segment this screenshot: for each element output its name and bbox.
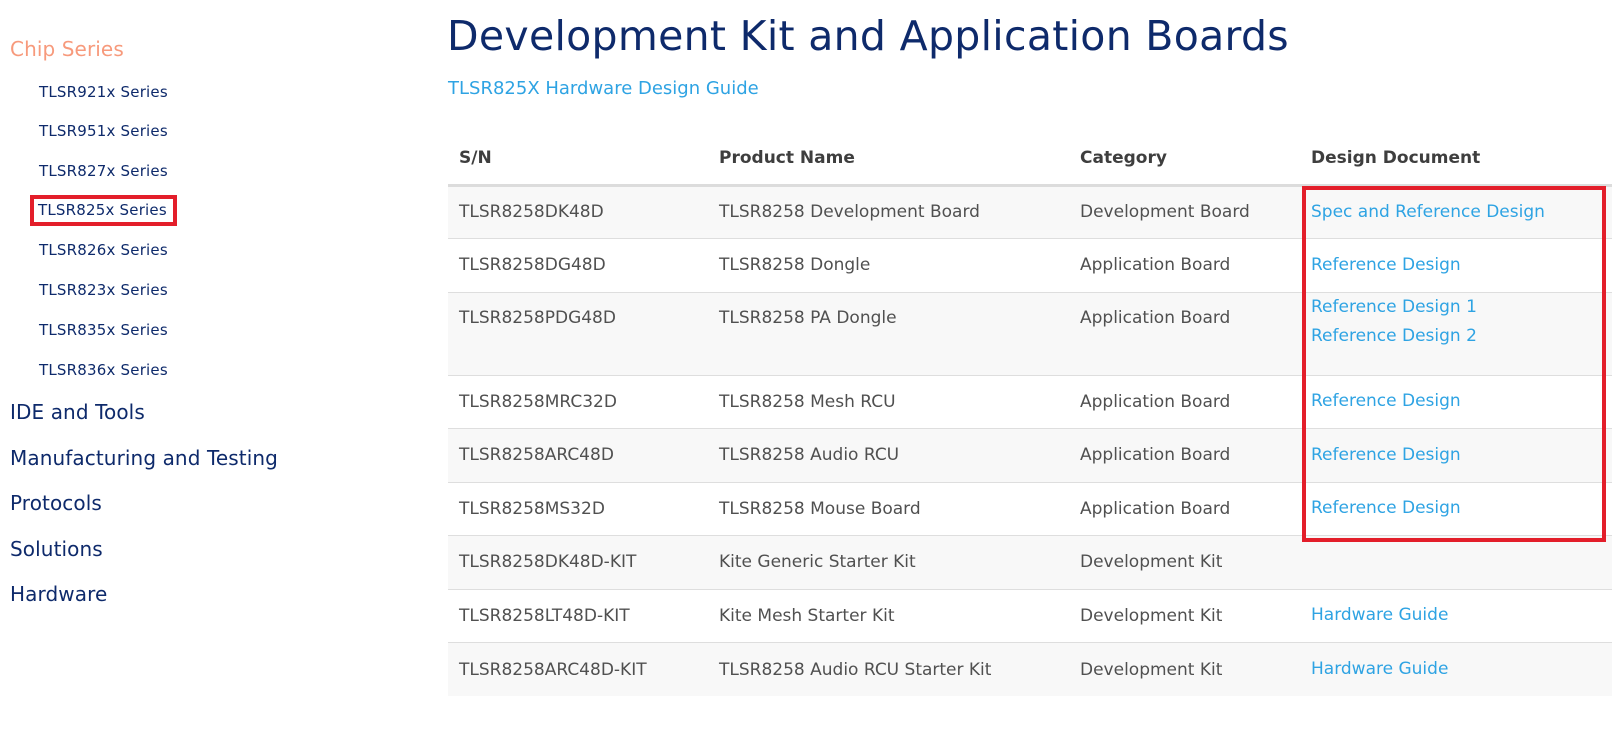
- cell-sn: TLSR8258ARC48D-KIT: [448, 642, 708, 696]
- table-row: TLSR8258LT48D-KIT Kite Mesh Starter Kit …: [448, 589, 1612, 643]
- cell-category: Development Board: [1069, 185, 1300, 239]
- table-row: TLSR8258DK48D TLSR8258 Development Board…: [448, 185, 1612, 239]
- column-header-sn: S/N: [448, 133, 708, 187]
- cell-category: Application Board: [1069, 482, 1300, 536]
- cell-design-document-empty: [1300, 535, 1612, 590]
- sidebar-section-protocols[interactable]: Protocols: [10, 491, 102, 515]
- table-row: TLSR8258DG48D TLSR8258 Dongle Applicatio…: [448, 238, 1612, 293]
- design-doc-link[interactable]: Spec and Reference Design: [1311, 198, 1601, 227]
- hardware-design-guide-link[interactable]: TLSR825X Hardware Design Guide: [448, 78, 759, 99]
- table-row: TLSR8258MS32D TLSR8258 Mouse Board Appli…: [448, 482, 1612, 536]
- cell-design-document: Reference Design 1 Reference Design 2: [1300, 292, 1612, 376]
- sidebar-item-tlsr921x[interactable]: TLSR921x Series: [39, 83, 168, 101]
- page: Chip Series TLSR921x Series TLSR951x Ser…: [0, 0, 1612, 729]
- table-row: TLSR8258ARC48D-KIT TLSR8258 Audio RCU St…: [448, 642, 1612, 696]
- cell-sn: TLSR8258DK48D-KIT: [448, 535, 708, 590]
- cell-design-document: Reference Design: [1300, 375, 1612, 429]
- cell-product-name: TLSR8258 Mouse Board: [708, 482, 1069, 536]
- sidebar-section-hardware[interactable]: Hardware: [10, 582, 107, 606]
- cell-category: Application Board: [1069, 292, 1300, 376]
- design-doc-link[interactable]: Reference Design: [1311, 251, 1601, 280]
- design-doc-link[interactable]: Reference Design 2: [1311, 322, 1601, 351]
- sidebar-item-tlsr825x[interactable]: TLSR825x Series: [30, 195, 177, 226]
- sidebar-item-tlsr823x[interactable]: TLSR823x Series: [39, 281, 168, 299]
- cell-category: Development Kit: [1069, 642, 1300, 696]
- cell-design-document: Reference Design: [1300, 428, 1612, 483]
- column-header-product-name: Product Name: [708, 133, 1069, 187]
- table-header-row: S/N Product Name Category Design Documen…: [448, 133, 1612, 187]
- table-row: TLSR8258MRC32D TLSR8258 Mesh RCU Applica…: [448, 375, 1612, 429]
- cell-design-document: Hardware Guide: [1300, 589, 1612, 643]
- cell-category: Application Board: [1069, 375, 1300, 429]
- main-content: Development Kit and Application Boards T…: [447, 0, 1612, 729]
- column-header-category: Category: [1069, 133, 1300, 187]
- sidebar-nav: Chip Series TLSR921x Series TLSR951x Ser…: [0, 0, 420, 729]
- cell-sn: TLSR8258LT48D-KIT: [448, 589, 708, 643]
- sidebar-item-tlsr836x[interactable]: TLSR836x Series: [39, 361, 168, 379]
- cell-product-name: TLSR8258 Development Board: [708, 185, 1069, 239]
- cell-product-name: TLSR8258 Audio RCU: [708, 428, 1069, 483]
- table-row: TLSR8258DK48D-KIT Kite Generic Starter K…: [448, 535, 1612, 590]
- design-doc-link[interactable]: Reference Design: [1311, 441, 1601, 470]
- sidebar-item-tlsr827x[interactable]: TLSR827x Series: [39, 162, 168, 180]
- cell-design-document: Spec and Reference Design: [1300, 185, 1612, 239]
- cell-category: Development Kit: [1069, 589, 1300, 643]
- sidebar-item-tlsr826x[interactable]: TLSR826x Series: [39, 241, 168, 259]
- design-doc-link[interactable]: Reference Design: [1311, 494, 1601, 523]
- design-doc-link[interactable]: Reference Design: [1311, 387, 1601, 416]
- table-row: TLSR8258ARC48D TLSR8258 Audio RCU Applic…: [448, 428, 1612, 483]
- table-row: TLSR8258PDG48D TLSR8258 PA Dongle Applic…: [448, 292, 1612, 376]
- cell-category: Application Board: [1069, 238, 1300, 293]
- cell-product-name: TLSR8258 Mesh RCU: [708, 375, 1069, 429]
- sidebar-section-solutions[interactable]: Solutions: [10, 537, 103, 561]
- cell-sn: TLSR8258DG48D: [448, 238, 708, 293]
- cell-category: Application Board: [1069, 428, 1300, 483]
- sidebar-section-manufacturing-testing[interactable]: Manufacturing and Testing: [10, 446, 278, 470]
- column-header-design-document: Design Document: [1300, 133, 1612, 187]
- sidebar-section-chip-series[interactable]: Chip Series: [10, 37, 124, 61]
- design-doc-link[interactable]: Reference Design 1: [1311, 293, 1601, 322]
- cell-sn: TLSR8258MS32D: [448, 482, 708, 536]
- hardware-guide-link[interactable]: Hardware Guide: [1311, 655, 1601, 684]
- sidebar-item-tlsr835x[interactable]: TLSR835x Series: [39, 321, 168, 339]
- cell-sn: TLSR8258ARC48D: [448, 428, 708, 483]
- hardware-guide-link[interactable]: Hardware Guide: [1311, 601, 1601, 630]
- sidebar-section-ide-tools[interactable]: IDE and Tools: [10, 400, 145, 424]
- cell-design-document: Reference Design: [1300, 238, 1612, 293]
- cell-product-name: TLSR8258 Dongle: [708, 238, 1069, 293]
- cell-product-name: TLSR8258 PA Dongle: [708, 292, 1069, 376]
- cell-product-name: Kite Generic Starter Kit: [708, 535, 1069, 590]
- cell-product-name: TLSR8258 Audio RCU Starter Kit: [708, 642, 1069, 696]
- boards-table: S/N Product Name Category Design Documen…: [448, 133, 1612, 696]
- page-title: Development Kit and Application Boards: [447, 12, 1289, 60]
- cell-category: Development Kit: [1069, 535, 1300, 590]
- cell-design-document: Reference Design: [1300, 482, 1612, 536]
- cell-sn: TLSR8258PDG48D: [448, 292, 708, 376]
- cell-design-document: Hardware Guide: [1300, 642, 1612, 696]
- cell-sn: TLSR8258DK48D: [448, 185, 708, 239]
- cell-product-name: Kite Mesh Starter Kit: [708, 589, 1069, 643]
- cell-sn: TLSR8258MRC32D: [448, 375, 708, 429]
- sidebar-item-tlsr951x[interactable]: TLSR951x Series: [39, 122, 168, 140]
